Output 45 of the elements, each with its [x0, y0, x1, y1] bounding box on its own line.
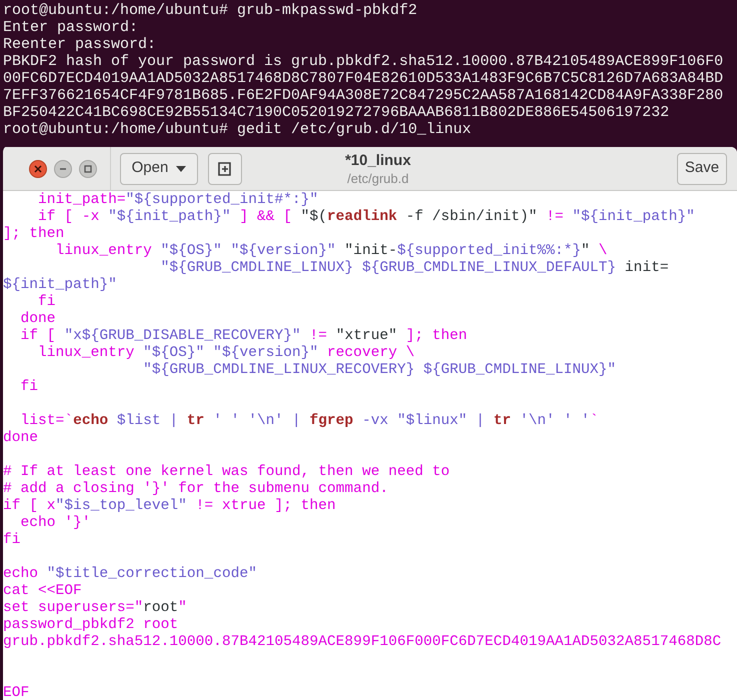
code-line: fi — [3, 532, 21, 548]
code-line: grub.pbkdf2.sha512.10000.87B42105489ACE899F106F000FC6D7ECD4019AA1AD5032A8517468D8C — [3, 634, 722, 650]
new-document-icon — [218, 162, 232, 176]
terminal-line: 00FC6D7ECD4019AA1AD5032A8517468D8C7807F04E82610D533A1483F9C6B7C5C8126D7A683A84BD — [3, 70, 724, 87]
terminal-line: root@ubuntu:/home/ubuntu# grub-mkpasswd-pbkdf2 — [3, 2, 418, 19]
close-icon — [34, 164, 42, 172]
new-tab-button[interactable] — [208, 152, 242, 184]
terminal-line: 7EFF376621654CF4F9781B685.F6E2FD0AF94A308E72C847295C2AA587A168142CD84A9FA338F280 — [3, 87, 724, 104]
code-line: if [ x"$is_top_level" != xtrue ]; then — [3, 498, 336, 514]
code-line: list=`echo $list | tr ' ' '\n' | fgrep -vx "$linux" | tr '\n' ' '` — [20, 413, 599, 429]
code-line: EOF — [3, 685, 30, 700]
code-line: fi — [37, 294, 56, 310]
code-line: init_path="${supported_init#*:}" — [37, 192, 318, 208]
terminal-line: Reenter password: — [3, 36, 156, 53]
code-line: if [ "x${GRUB_DISABLE_RECOVERY}" != "xtrue" ]; then — [20, 328, 468, 344]
code-line: fi — [20, 379, 38, 395]
code-line: password_pbkdf2 root — [3, 617, 178, 633]
maximize-icon — [84, 164, 92, 172]
open-button[interactable]: Open — [120, 152, 198, 184]
window-title: *10_linux — [345, 152, 411, 171]
code-line: linux_entry "${OS}" "${version}" recovery \ — [37, 345, 415, 361]
code-line: if [ -x "${init_path}" ] && [ "$(readlink -f /sbin/init)" != "${init_path}" — [37, 209, 695, 225]
code-line: linux_entry "${OS}" "${version}" "init-${supported_init%%:*}" \ — [54, 243, 608, 259]
window-subtitle: /etc/grub.d — [347, 170, 409, 187]
minimize-button[interactable] — [54, 160, 72, 178]
code-line: ]; then — [3, 226, 64, 242]
code-line: echo '}' — [20, 515, 91, 531]
save-button[interactable]: Save — [677, 152, 727, 184]
terminal-line: BF250422C41BC698CE92B55134C7190C052019272796BAAAB6811B802DE886E54506197232 — [3, 104, 670, 121]
terminal-line: Enter password: — [3, 19, 138, 36]
dropdown-caret-icon — [176, 166, 186, 172]
code-line: done — [3, 430, 38, 446]
code-line: # add a closing '}' for the submenu command. — [3, 481, 388, 497]
code-line: cat <<EOF — [3, 583, 82, 599]
maximize-button[interactable] — [79, 160, 97, 178]
code-line: "${GRUB_CMDLINE_LINUX} ${GRUB_CMDLINE_LINUX_DEFAULT} init= — [160, 260, 669, 276]
code-line: ${init_path}" — [3, 277, 117, 293]
code-line: # If at least one kernel was found, then we need to — [3, 464, 450, 480]
terminal-line: PBKDF2 hash of your password is grub.pbkdf2.sha512.10000.87B42105489ACE899F106F0 — [3, 53, 724, 70]
code-line: "${GRUB_CMDLINE_LINUX_RECOVERY} ${GRUB_CMDLINE_LINUX}" — [142, 362, 616, 378]
terminal-line: root@ubuntu:/home/ubuntu# gedit /etc/grub.d/10_linux — [3, 121, 472, 138]
code-line: echo "$title_correction_code" — [3, 566, 257, 582]
close-button[interactable] — [29, 160, 47, 178]
code-line: set superusers="root" — [3, 600, 187, 616]
code-line: done — [20, 311, 56, 327]
